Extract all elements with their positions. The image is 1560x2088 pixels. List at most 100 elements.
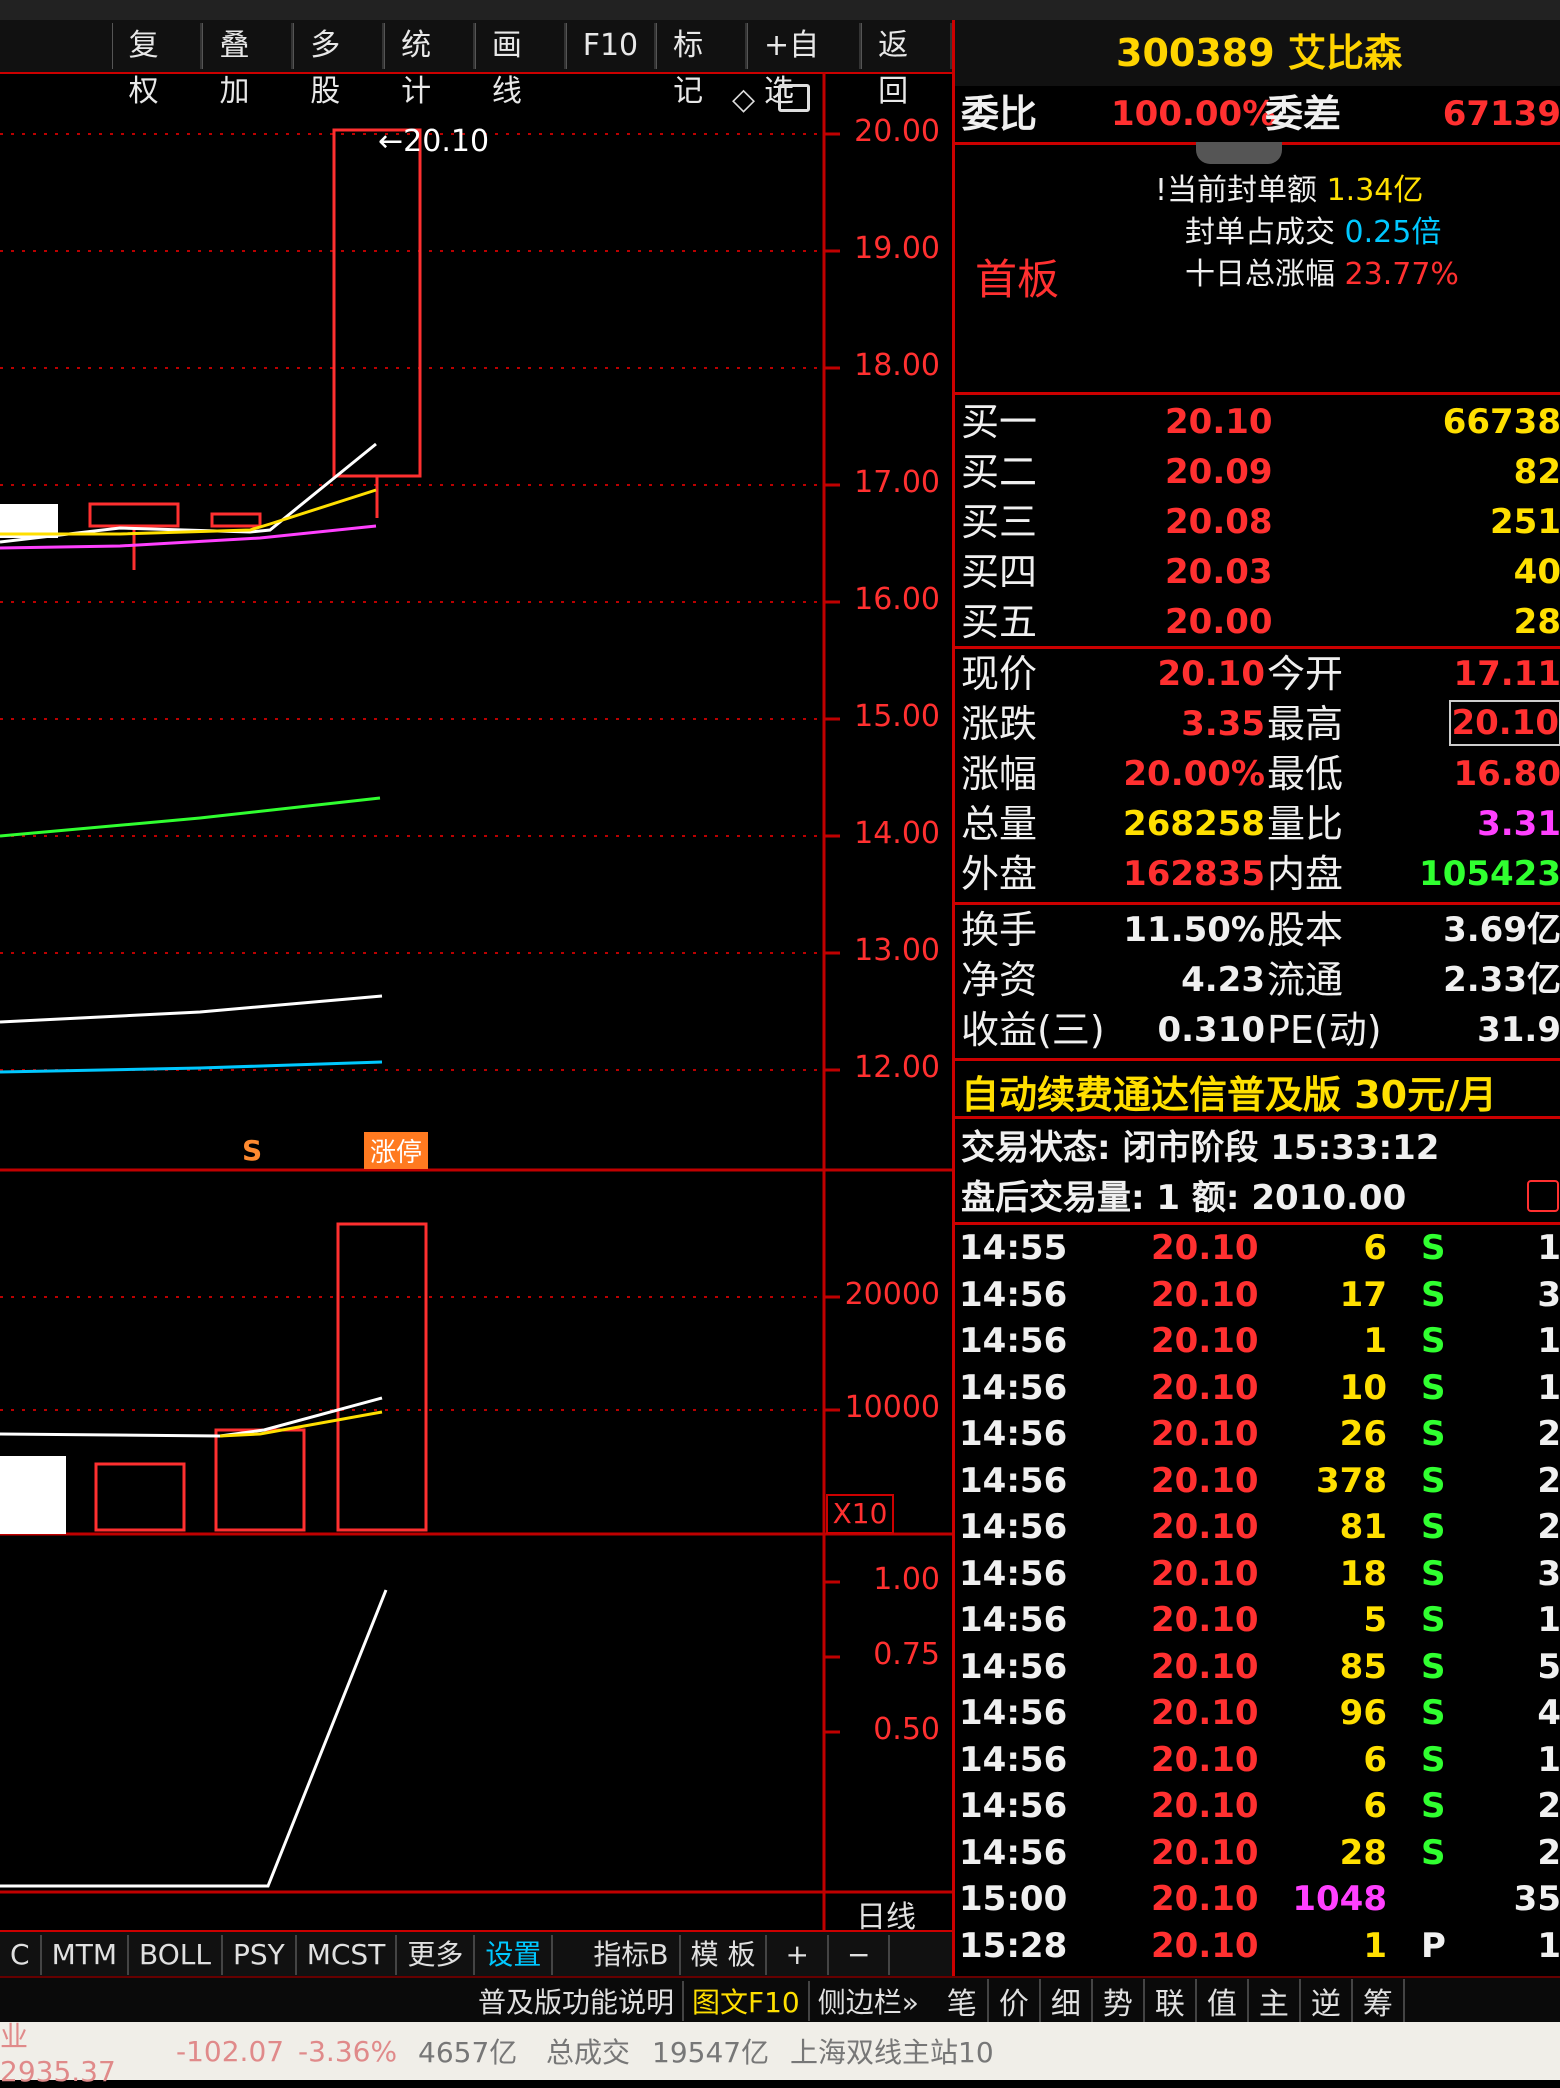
tab-psy[interactable]: PSY [223, 1935, 297, 1975]
side-tab[interactable]: 联 [1145, 1979, 1197, 2023]
pro-help-link[interactable]: 普及版功能说明 [470, 1981, 685, 2021]
tick-side: S [1421, 1786, 1446, 1826]
quote-label: 总量 [961, 802, 1038, 846]
tick-time: 14:56 [959, 1553, 1068, 1594]
statistics-button[interactable]: 统计 [384, 23, 475, 109]
tick-time: 14:56 [959, 1321, 1068, 1361]
fund-label: 股本 [1267, 908, 1344, 952]
volume-ma5-line [0, 1396, 383, 1438]
sidebar-toggle[interactable]: 侧边栏» [810, 1981, 927, 2021]
bid-price: 20.08 [1165, 502, 1273, 542]
price-tick-label: 16.00 [854, 582, 940, 617]
tab-mcst[interactable]: MCST [297, 1935, 398, 1975]
overlay-button[interactable]: 叠加 [202, 23, 294, 109]
tab-mtm[interactable]: MTM [42, 1935, 129, 1975]
tick-row: 14:56 20.10 96 S 4 [955, 1689, 1560, 1735]
chart-icon[interactable] [1527, 1180, 1559, 1212]
trade-status: 交易状态: 闭市阶段 15:33:12 盘后交易量: 1 额: 2010.00 [952, 1116, 1560, 1225]
tick-volume: 85 [1339, 1646, 1387, 1687]
price-tick-label: 19.00 [854, 231, 940, 266]
tick-row: 14:56 20.10 6 S 1 [955, 1736, 1560, 1782]
bid-label: 买二 [961, 450, 1038, 494]
multi-stock-button[interactable]: 多股 [293, 23, 385, 109]
quote-value: 20.10 [1449, 700, 1560, 746]
tab-template[interactable]: 模 板 [681, 1935, 768, 1975]
side-tab[interactable]: 值 [1197, 1979, 1249, 2023]
fund-value: 4.23 [1181, 960, 1265, 1000]
seal-amount: 1.34亿 [1326, 173, 1424, 208]
tab-settings[interactable]: 设置 [475, 1935, 554, 1975]
indicator-tick-label: 0.75 [873, 1637, 940, 1672]
tick-time: 14:56 [959, 1414, 1068, 1454]
fund-value: 31.9 [1477, 1010, 1560, 1050]
f10-text-link[interactable]: 图文F10 [684, 1981, 810, 2021]
board-stats: !当前封单额 1.34亿 封单占成交 0.25倍 十日总涨幅 23.77% [1155, 173, 1459, 292]
promo-banner[interactable]: 自动续费通达信普及版 30元/月 [952, 1058, 1560, 1119]
tick-price: 20.10 [1151, 1321, 1259, 1361]
bid-volume: 82 [1513, 452, 1560, 492]
f10-button[interactable]: F10 [565, 23, 657, 69]
side-tab[interactable]: 逆 [1301, 1979, 1353, 2023]
side-tab[interactable]: 笔 [937, 1979, 989, 2023]
back-button[interactable]: 返回 [861, 23, 952, 109]
zoom-out-button[interactable]: − [829, 1935, 891, 1975]
bid-volume: 66738 [1442, 402, 1560, 442]
tick-row: 14:56 20.10 85 S 5 [955, 1643, 1560, 1689]
tick-side: S [1421, 1739, 1446, 1780]
restore-rights-button[interactable]: 复权 [111, 23, 203, 109]
tick-count: 1 [1537, 1321, 1560, 1361]
quote-value: 268258 [1123, 804, 1265, 844]
tick-count: 35 [1513, 1879, 1560, 1919]
side-tab[interactable]: 筹 [1353, 1979, 1405, 2023]
index-value: 业2935.37 [0, 2019, 116, 2088]
seal-ratio: 0.25倍 [1344, 215, 1442, 250]
panel-toggle-icon[interactable] [778, 84, 810, 112]
kline-chart[interactable] [0, 72, 952, 1930]
bid-volume: 40 [1513, 552, 1560, 592]
side-tab[interactable]: 细 [1041, 1979, 1093, 2023]
tick-side: S [1421, 1507, 1446, 1547]
tick-price: 20.10 [1151, 1832, 1259, 1873]
diamond-icon[interactable]: ◇ [732, 82, 755, 117]
quote-value: 162835 [1123, 854, 1265, 894]
fund-label: PE(动) [1267, 1008, 1382, 1052]
tab-indicator-b[interactable]: 指标B [583, 1935, 681, 1975]
server-name[interactable]: 上海双线主站10 [790, 2031, 994, 2071]
tick-price: 20.10 [1151, 1274, 1259, 1315]
tick-time: 14:56 [959, 1600, 1068, 1640]
weibi-value: 100.00% [1111, 94, 1277, 134]
price-tick-label: 20.00 [854, 114, 940, 149]
tab-c[interactable]: C [0, 1935, 42, 1975]
candle [88, 502, 180, 528]
tick-count: 4 [1537, 1693, 1560, 1733]
side-tab[interactable]: 主 [1249, 1979, 1301, 2023]
bid-volume: 28 [1513, 602, 1560, 642]
mark-button[interactable]: 标记 [656, 23, 747, 109]
add-watchlist-button[interactable]: +自选 [746, 23, 862, 109]
draw-line-button[interactable]: 画线 [474, 23, 566, 109]
indicator-tick-label: 1.00 [873, 1562, 940, 1597]
tick-list[interactable]: 14:55 20.10 6 S 1 14:56 20.10 17 S 3 14:56 20.10 1 S 1… [952, 1222, 1560, 1976]
price-tick-label: 12.00 [854, 1050, 940, 1085]
side-tab[interactable]: 势 [1093, 1979, 1145, 2023]
zoom-in-button[interactable]: + [767, 1935, 829, 1975]
tick-count: 1 [1537, 1739, 1560, 1780]
tab-more[interactable]: 更多 [397, 1935, 476, 1975]
fund-label: 换手 [961, 908, 1038, 952]
tick-volume: 1 [1363, 1925, 1387, 1966]
first-board-badge: 首板 [975, 255, 1060, 304]
fundamentals-panel: 换手 11.50% 股本 3.69亿 净资 4.23 流通 2.33亿 收益(三) 0.310 PE… [952, 902, 1560, 1061]
side-tab[interactable]: 价 [989, 1979, 1041, 2023]
tick-volume: 6 [1363, 1228, 1387, 1268]
indicator-tabs: C MTM BOLL PSY MCST 更多 设置 指标B 模 板 + − [0, 1930, 952, 1978]
quote-panel: 现价 20.10 今开 17.11 涨跌 3.35 最高 20.10 涨幅 20.00% 最低 16.… [952, 646, 1560, 905]
tick-volume: 18 [1339, 1553, 1387, 1594]
price-tick-label: 18.00 [854, 348, 940, 383]
tick-time: 14:56 [959, 1739, 1068, 1780]
fund-value: 2.33亿 [1443, 960, 1560, 1000]
tab-boll[interactable]: BOLL [129, 1935, 223, 1975]
tick-price: 20.10 [1151, 1600, 1259, 1640]
quote-label: 最低 [1267, 752, 1344, 796]
status-bar: 业2935.37 -102.07 -3.36% 4657亿 总成交 19547亿… [0, 2020, 1560, 2088]
price-tick-label: 17.00 [854, 465, 940, 500]
